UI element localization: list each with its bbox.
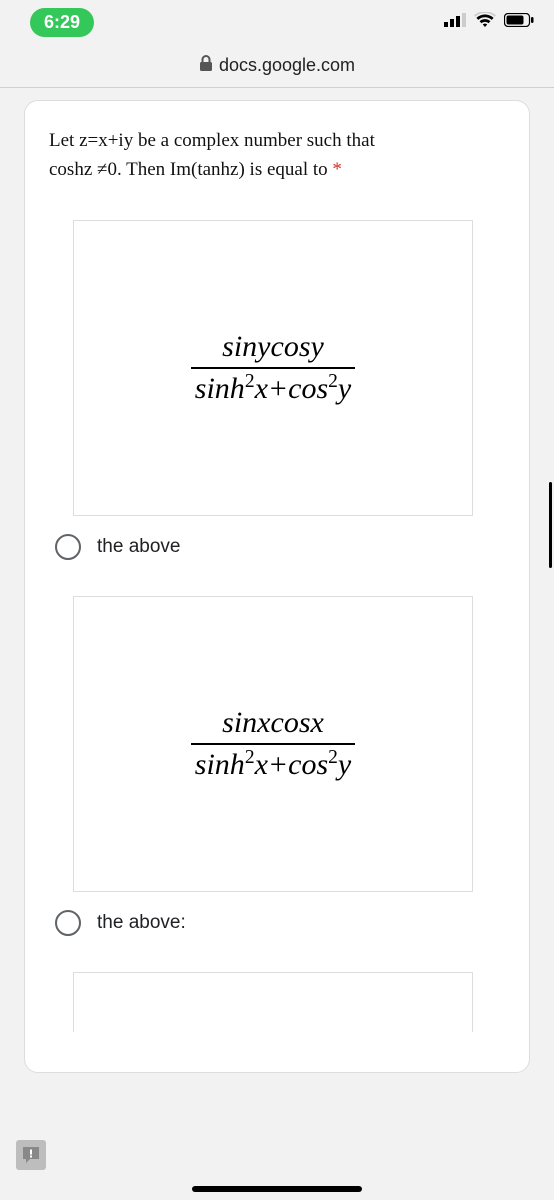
home-indicator[interactable] xyxy=(192,1186,362,1192)
option-2-numerator: sinxcosx xyxy=(218,706,328,743)
cellular-signal-icon xyxy=(444,13,466,32)
option-2-denominator: sinh2x+cos2y xyxy=(191,743,355,783)
radio-button-icon xyxy=(55,910,81,936)
option-image-2[interactable]: sinxcosx sinh2x+cos2y xyxy=(73,596,473,892)
battery-icon xyxy=(504,13,534,32)
option-2-fraction: sinxcosx sinh2x+cos2y xyxy=(191,706,355,782)
option-image-3-partial[interactable] xyxy=(73,972,473,1032)
status-bar: 6:29 xyxy=(0,0,554,44)
lock-icon xyxy=(199,55,213,76)
browser-address-bar[interactable]: docs.google.com xyxy=(0,44,554,88)
radio-button-icon xyxy=(55,534,81,560)
question-line-2: coshz ≠0. Then Im(tanhz) is equal to xyxy=(49,159,332,180)
feedback-button[interactable] xyxy=(16,1140,46,1170)
option-1-fraction: sinycosy sinh2x+cos2y xyxy=(191,330,355,406)
feedback-icon xyxy=(21,1145,41,1165)
required-star: * xyxy=(332,159,342,180)
question-line-1: Let z=x+iy be a complex number such that xyxy=(49,130,375,151)
radio-label-1: the above xyxy=(97,536,180,558)
option-image-1[interactable]: sinycosy sinh2x+cos2y xyxy=(73,220,473,516)
option-1-numerator: sinycosy xyxy=(218,330,328,367)
status-right xyxy=(444,12,534,33)
option-1-denominator: sinh2x+cos2y xyxy=(191,367,355,407)
radio-label-2: the above: xyxy=(97,912,186,934)
radio-option-2[interactable]: the above: xyxy=(55,910,505,936)
browser-domain: docs.google.com xyxy=(219,55,355,76)
question-text: Let z=x+iy be a complex number such that… xyxy=(49,127,505,184)
question-card: Let z=x+iy be a complex number such that… xyxy=(24,100,530,1073)
scroll-indicator[interactable] xyxy=(549,482,552,568)
status-time: 6:29 xyxy=(30,8,94,37)
radio-option-1[interactable]: the above xyxy=(55,534,505,560)
wifi-icon xyxy=(474,12,496,33)
